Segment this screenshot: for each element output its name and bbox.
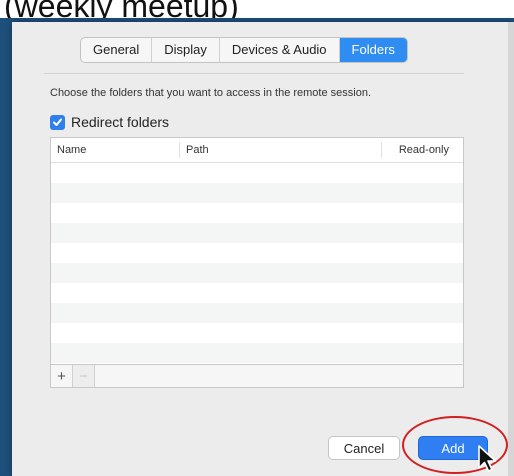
folders-table: Name Path Read-only + − xyxy=(50,137,464,388)
column-header-path[interactable]: Path xyxy=(186,138,209,162)
table-header: Name Path Read-only xyxy=(51,138,463,163)
tab-display[interactable]: Display xyxy=(152,38,220,62)
column-header-name[interactable]: Name xyxy=(57,138,86,162)
column-header-read-only[interactable]: Read-only xyxy=(399,138,449,162)
window-edge xyxy=(508,22,514,476)
table-row xyxy=(51,323,463,343)
table-row xyxy=(51,223,463,243)
checkmark-icon[interactable] xyxy=(50,114,65,130)
column-divider xyxy=(179,142,180,158)
tab-devices-audio[interactable]: Devices & Audio xyxy=(220,38,340,62)
folders-description: Choose the folders that you want to acce… xyxy=(50,87,372,99)
table-row xyxy=(51,203,463,223)
table-row xyxy=(51,303,463,323)
table-row xyxy=(51,163,463,183)
redirect-folders-option[interactable]: Redirect folders xyxy=(50,113,169,131)
table-row xyxy=(51,283,463,303)
tab-general[interactable]: General xyxy=(81,38,153,62)
column-divider xyxy=(381,142,382,158)
remove-folder-button[interactable]: − xyxy=(73,365,95,387)
separator xyxy=(44,73,464,74)
cancel-button[interactable]: Cancel xyxy=(328,436,400,460)
mouse-pointer-icon xyxy=(478,445,497,472)
table-toolbar: + − xyxy=(51,364,463,387)
add-folder-button[interactable]: + xyxy=(51,365,73,387)
redirect-folders-label: Redirect folders xyxy=(71,114,170,130)
table-row xyxy=(51,263,463,283)
table-row xyxy=(51,183,463,203)
tab-bar: General Display Devices & Audio Folders xyxy=(80,37,408,63)
table-row xyxy=(51,343,463,363)
table-row xyxy=(51,243,463,263)
tab-folders[interactable]: Folders xyxy=(339,38,407,62)
